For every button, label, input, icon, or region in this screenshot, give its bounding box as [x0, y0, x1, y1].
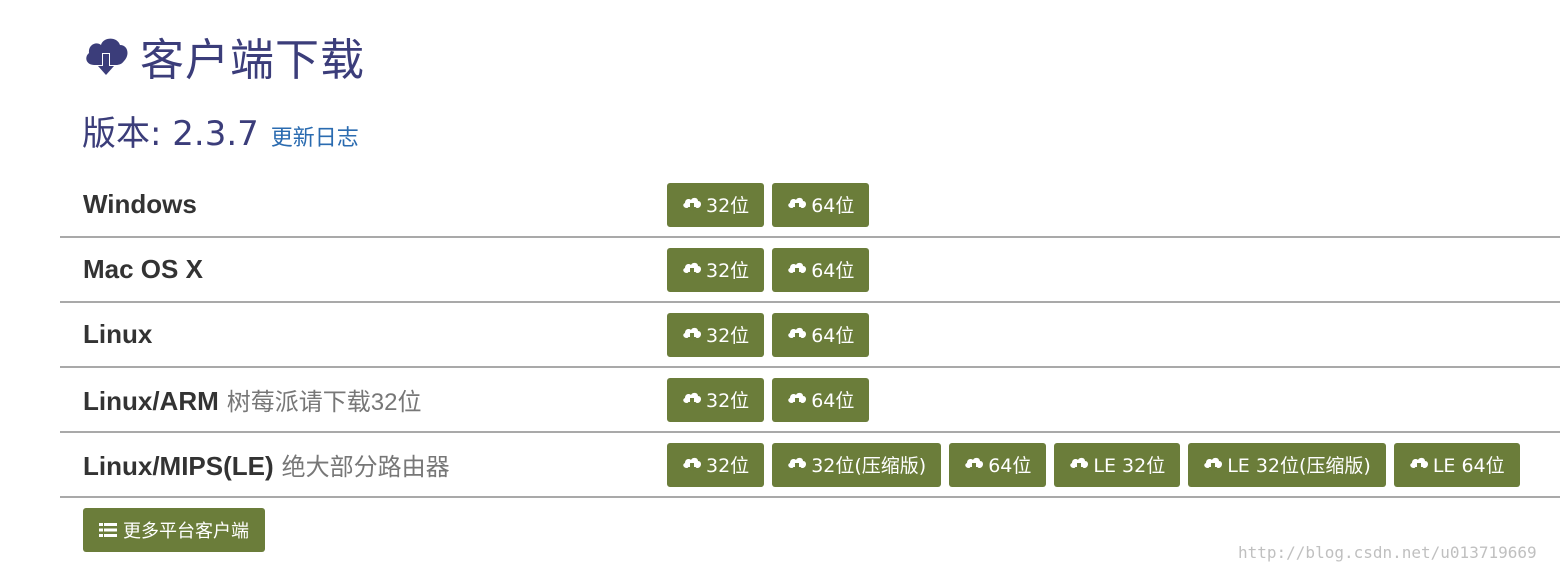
download-button-label: 32位: [706, 390, 750, 412]
cloud-download-icon: [788, 262, 807, 277]
download-button[interactable]: 64位: [772, 247, 870, 292]
download-button[interactable]: 32位(压缩版): [772, 442, 942, 487]
cloud-download-icon: [683, 327, 701, 342]
platform-name: Mac OS X: [83, 254, 203, 285]
download-button[interactable]: 64位: [772, 377, 870, 422]
cloud-download-icon: [788, 457, 807, 472]
cloud-download-icon: [788, 327, 807, 342]
version-row: 版本: 2.3.7 更新日志: [82, 106, 359, 156]
download-button[interactable]: 32位: [667, 442, 765, 487]
download-button-label: 64位: [811, 325, 855, 347]
platform-note: 树莓派请下载32位: [226, 389, 422, 416]
platform-name-text: Linux/ARM: [83, 386, 219, 416]
download-button-label: 64位: [811, 260, 855, 282]
platform-row: Linux/ARM 树莓派请下载32位 32位 64位: [60, 368, 1560, 433]
page-title: 客户端下载: [140, 35, 365, 86]
platform-name-text: Linux/MIPS(LE): [83, 451, 274, 481]
download-button-group: 32位 64位: [667, 247, 870, 292]
download-button-label: LE 64位: [1432, 455, 1505, 477]
download-button-group: 32位 32位(压缩版) 64位 LE 32位 LE 32位(压缩版) LE 64位: [667, 442, 1520, 487]
download-button[interactable]: LE 64位: [1393, 442, 1520, 487]
download-button[interactable]: 64位: [772, 182, 870, 227]
download-button-group: 32位 64位: [667, 182, 870, 227]
platform-row: Mac OS X 32位 64位: [60, 238, 1560, 303]
platform-name: Linux/ARM 树莓派请下载32位: [83, 382, 421, 417]
platform-note: 绝大部分路由器: [281, 454, 450, 481]
cloud-download-icon: [788, 392, 807, 407]
platform-name: Windows: [83, 189, 197, 220]
cloud-download-icon: [1410, 457, 1428, 472]
platform-table: Windows 32位 64位 Mac OS X 32位 64位 Linux 32位 64位 Li…: [60, 173, 1560, 498]
download-button-group: 32位 64位: [667, 312, 870, 357]
platform-name-text: Linux: [83, 319, 153, 349]
platform-name-text: Mac OS X: [83, 254, 203, 284]
download-button[interactable]: 64位: [772, 312, 870, 357]
cloud-download-icon: [683, 262, 701, 277]
cloud-download-icon: [683, 457, 701, 472]
download-button[interactable]: LE 32位(压缩版): [1188, 442, 1386, 487]
download-button-label: LE 32位(压缩版): [1227, 455, 1371, 477]
download-button-label: 64位: [811, 195, 855, 217]
cloud-download-icon: [965, 457, 984, 472]
platform-row: Windows 32位 64位: [60, 173, 1560, 238]
download-button-label: LE 32位: [1093, 455, 1166, 477]
download-button[interactable]: 32位: [667, 377, 765, 422]
cloud-download-icon: [788, 197, 807, 212]
download-button-label: 32位: [706, 325, 750, 347]
download-button-label: 32位: [706, 195, 750, 217]
download-button[interactable]: 64位: [949, 442, 1047, 487]
more-platforms-button[interactable]: 更多平台客户端: [83, 508, 265, 552]
version-label: 版本: 2.3.7: [82, 114, 259, 154]
download-button[interactable]: 32位: [667, 312, 765, 357]
page-header: 客户端下载: [82, 26, 365, 86]
download-button-label: 32位: [706, 260, 750, 282]
download-button-label: 32位: [706, 455, 750, 477]
cloud-download-icon: [86, 38, 128, 77]
platform-name-text: Windows: [83, 189, 197, 219]
download-button[interactable]: 32位: [667, 247, 765, 292]
download-button[interactable]: 32位: [667, 182, 765, 227]
download-button-label: 32位(压缩版): [811, 455, 927, 477]
more-platforms-label: 更多平台客户端: [123, 521, 249, 542]
cloud-download-icon: [1070, 457, 1089, 472]
platform-name: Linux/MIPS(LE) 绝大部分路由器: [83, 447, 450, 482]
list-icon: [99, 523, 117, 537]
platform-row: Linux/MIPS(LE) 绝大部分路由器 32位 32位(压缩版) 64位 LE 32…: [60, 433, 1560, 498]
platform-name: Linux: [83, 319, 152, 350]
cloud-download-icon: [683, 197, 701, 212]
download-button-label: 64位: [811, 390, 855, 412]
cloud-download-icon: [683, 392, 701, 407]
download-button-label: 64位: [988, 455, 1032, 477]
platform-row: Linux 32位 64位: [60, 303, 1560, 368]
download-button-group: 32位 64位: [667, 377, 870, 422]
watermark: http://blog.csdn.net/u013719669: [1238, 543, 1537, 562]
changelog-link[interactable]: 更新日志: [271, 120, 359, 152]
cloud-download-icon: [1204, 457, 1223, 472]
download-button[interactable]: LE 32位: [1054, 442, 1181, 487]
